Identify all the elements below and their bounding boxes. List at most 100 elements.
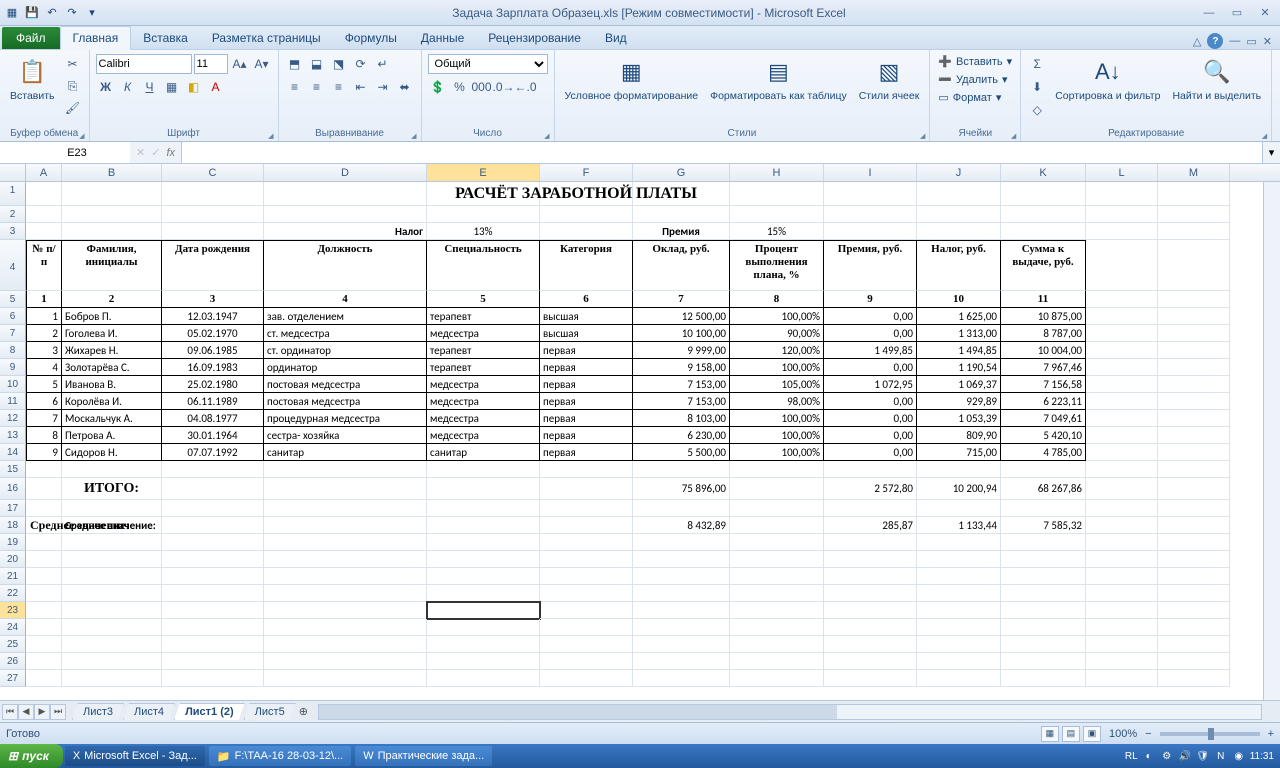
cell-L6[interactable] bbox=[1086, 308, 1158, 325]
cell-H4[interactable]: Процент выполнения плана, % bbox=[730, 240, 824, 291]
cell-J4[interactable]: Налог, руб. bbox=[917, 240, 1001, 291]
cell-B15[interactable] bbox=[62, 461, 162, 478]
cell-F26[interactable] bbox=[540, 653, 633, 670]
tab-formulas[interactable]: Формулы bbox=[333, 27, 409, 49]
cell-G6[interactable]: 12 500,00 bbox=[633, 308, 730, 325]
cell-H20[interactable] bbox=[730, 551, 824, 568]
tab-data[interactable]: Данные bbox=[409, 27, 476, 49]
cell-E21[interactable] bbox=[427, 568, 540, 585]
cell-K18[interactable]: 7 585,32 bbox=[1001, 517, 1086, 534]
cell-H22[interactable] bbox=[730, 585, 824, 602]
row-header[interactable]: 24 bbox=[0, 619, 26, 636]
sort-filter-button[interactable]: A↓Сортировка и фильтр bbox=[1051, 54, 1164, 104]
formula-input[interactable] bbox=[182, 142, 1262, 163]
cell-K15[interactable] bbox=[1001, 461, 1086, 478]
cell-K11[interactable]: 6 223,11 bbox=[1001, 393, 1086, 410]
format-painter-icon[interactable]: 🖌 bbox=[63, 98, 83, 118]
cell-B6[interactable]: Бобров П. bbox=[62, 308, 162, 325]
cell-C11[interactable]: 06.11.1989 bbox=[162, 393, 264, 410]
cell-K10[interactable]: 7 156,58 bbox=[1001, 376, 1086, 393]
cell-F4[interactable]: Категория bbox=[540, 240, 633, 291]
cell-D16[interactable] bbox=[264, 478, 427, 500]
cell-H23[interactable] bbox=[730, 602, 824, 619]
cell-M20[interactable] bbox=[1158, 551, 1230, 568]
cell-E22[interactable] bbox=[427, 585, 540, 602]
cell-L24[interactable] bbox=[1086, 619, 1158, 636]
merge-icon[interactable]: ⬌ bbox=[395, 77, 415, 97]
cell-C14[interactable]: 07.07.1992 bbox=[162, 444, 264, 461]
cell-K22[interactable] bbox=[1001, 585, 1086, 602]
cell-C10[interactable]: 25.02.1980 bbox=[162, 376, 264, 393]
cell-D5[interactable]: 4 bbox=[264, 291, 427, 308]
cell-C4[interactable]: Дата рождения bbox=[162, 240, 264, 291]
cell-D7[interactable]: ст. медсестра bbox=[264, 325, 427, 342]
cell-D22[interactable] bbox=[264, 585, 427, 602]
align-middle-icon[interactable]: ⬓ bbox=[307, 54, 327, 74]
cell-J14[interactable]: 715,00 bbox=[917, 444, 1001, 461]
cell-M27[interactable] bbox=[1158, 670, 1230, 687]
cell-G2[interactable] bbox=[633, 206, 730, 223]
cell-I3[interactable] bbox=[824, 223, 917, 240]
cell-E6[interactable]: терапевт bbox=[427, 308, 540, 325]
cell-J26[interactable] bbox=[917, 653, 1001, 670]
bold-icon[interactable]: Ж bbox=[96, 77, 116, 97]
cell-D6[interactable]: зав. отделением bbox=[264, 308, 427, 325]
cell-K9[interactable]: 7 967,46 bbox=[1001, 359, 1086, 376]
cell-C27[interactable] bbox=[162, 670, 264, 687]
underline-icon[interactable]: Ч bbox=[140, 77, 160, 97]
cell-C12[interactable]: 04.08.1977 bbox=[162, 410, 264, 427]
cell-L18[interactable] bbox=[1086, 517, 1158, 534]
orientation-icon[interactable]: ⟳ bbox=[351, 54, 371, 74]
number-format-select[interactable]: Общий bbox=[428, 54, 548, 74]
cell-G10[interactable]: 7 153,00 bbox=[633, 376, 730, 393]
cell-G19[interactable] bbox=[633, 534, 730, 551]
cell-A5[interactable]: 1 bbox=[26, 291, 62, 308]
font-name-select[interactable] bbox=[96, 54, 192, 74]
shrink-font-icon[interactable]: A▾ bbox=[252, 54, 272, 74]
cell-C22[interactable] bbox=[162, 585, 264, 602]
cell-I7[interactable]: 0,00 bbox=[824, 325, 917, 342]
col-header-I[interactable]: I bbox=[824, 164, 917, 181]
row-header[interactable]: 2 bbox=[0, 206, 26, 223]
cell-B12[interactable]: Москальчук А. bbox=[62, 410, 162, 427]
cell-D27[interactable] bbox=[264, 670, 427, 687]
cell-A3[interactable] bbox=[26, 223, 62, 240]
cell-C23[interactable] bbox=[162, 602, 264, 619]
workbook-min-icon[interactable]: — bbox=[1229, 35, 1240, 47]
cell-B7[interactable]: Гоголева И. bbox=[62, 325, 162, 342]
cell-M6[interactable] bbox=[1158, 308, 1230, 325]
cell-I12[interactable]: 0,00 bbox=[824, 410, 917, 427]
cell-A6[interactable]: 1 bbox=[26, 308, 62, 325]
col-header-F[interactable]: F bbox=[540, 164, 633, 181]
cell-M5[interactable] bbox=[1158, 291, 1230, 308]
cell-K4[interactable]: Сумма к выдаче, руб. bbox=[1001, 240, 1086, 291]
cell-H6[interactable]: 100,00% bbox=[730, 308, 824, 325]
cell-H9[interactable]: 100,00% bbox=[730, 359, 824, 376]
row-header[interactable]: 13 bbox=[0, 427, 26, 444]
format-as-table-button[interactable]: ▤Форматировать как таблицу bbox=[706, 54, 851, 104]
cell-J2[interactable] bbox=[917, 206, 1001, 223]
col-header-J[interactable]: J bbox=[917, 164, 1001, 181]
row-header[interactable]: 10 bbox=[0, 376, 26, 393]
cell-K12[interactable]: 7 049,61 bbox=[1001, 410, 1086, 427]
cell-G18[interactable]: 8 432,89 bbox=[633, 517, 730, 534]
cell-D4[interactable]: Должность bbox=[264, 240, 427, 291]
cell-F27[interactable] bbox=[540, 670, 633, 687]
cell-C5[interactable]: 3 bbox=[162, 291, 264, 308]
cell-I15[interactable] bbox=[824, 461, 917, 478]
sheet-nav-last-icon[interactable]: ⏭ bbox=[50, 704, 66, 720]
copy-icon[interactable]: ⎘ bbox=[63, 76, 83, 96]
cell-K7[interactable]: 8 787,00 bbox=[1001, 325, 1086, 342]
cell-F16[interactable] bbox=[540, 478, 633, 500]
cell-E15[interactable] bbox=[427, 461, 540, 478]
cell-B27[interactable] bbox=[62, 670, 162, 687]
cell-C7[interactable]: 05.02.1970 bbox=[162, 325, 264, 342]
col-header-G[interactable]: G bbox=[633, 164, 730, 181]
col-header-M[interactable]: M bbox=[1158, 164, 1230, 181]
cell-M25[interactable] bbox=[1158, 636, 1230, 653]
cell-E3[interactable]: 13% bbox=[427, 223, 540, 240]
increase-indent-icon[interactable]: ⇥ bbox=[373, 77, 393, 97]
cell-A10[interactable]: 5 bbox=[26, 376, 62, 393]
cell-F19[interactable] bbox=[540, 534, 633, 551]
cell-M4[interactable] bbox=[1158, 240, 1230, 291]
